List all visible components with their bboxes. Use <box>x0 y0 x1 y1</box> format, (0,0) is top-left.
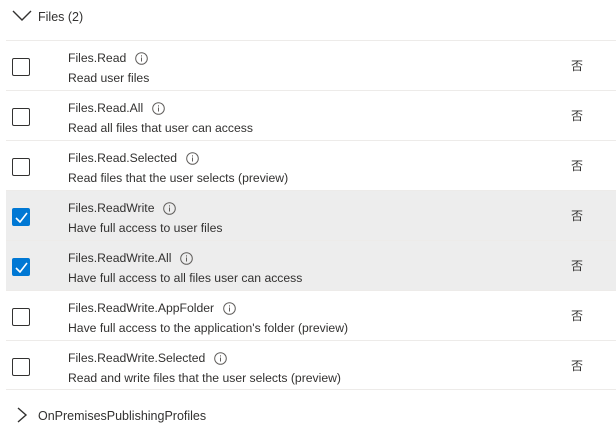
admin-consent-required: 否 <box>571 359 584 373</box>
info-icon[interactable] <box>152 101 165 115</box>
permission-row[interactable]: Files.ReadWrite Have full access to user … <box>6 190 616 240</box>
permission-row[interactable]: Files.ReadWrite.Selected Read and write f… <box>6 340 616 390</box>
files-group-header[interactable]: Files (2) <box>0 0 616 40</box>
admin-consent-required: 否 <box>571 59 584 73</box>
admin-consent-required: 否 <box>571 259 584 273</box>
permission-checkbox[interactable] <box>12 258 30 276</box>
checkmark-icon <box>15 212 28 223</box>
chevron-down-icon[interactable] <box>11 9 33 23</box>
permission-description: Read all files that user can access <box>68 121 253 135</box>
permission-checkbox[interactable] <box>12 308 30 326</box>
permission-name: Files.Read.Selected <box>68 151 178 165</box>
permission-name: Files.ReadWrite.Selected <box>68 351 206 365</box>
permission-name-line: Files.Read <box>68 50 149 66</box>
permission-name-line: Files.ReadWrite.Selected <box>68 350 228 366</box>
permission-row[interactable]: Files.ReadWrite.All Have full access to a… <box>6 240 616 290</box>
permission-description: Have full access to all files user can a… <box>68 271 303 285</box>
permission-description: Read user files <box>68 71 150 85</box>
permission-description: Have full access to the application's fo… <box>68 321 349 335</box>
permission-description: Read and write files that the user selec… <box>68 371 341 385</box>
permission-name-line: Files.ReadWrite.AppFolder <box>68 300 236 316</box>
permission-checkbox[interactable] <box>12 58 30 76</box>
admin-consent-required: 否 <box>571 209 584 223</box>
info-icon[interactable] <box>180 251 194 265</box>
permission-checkbox[interactable] <box>12 158 30 176</box>
permission-name: Files.ReadWrite.All <box>68 251 172 265</box>
info-icon[interactable] <box>186 151 199 165</box>
info-icon[interactable] <box>214 351 228 365</box>
permission-description: Read files that the user selects (previe… <box>68 171 289 185</box>
permission-name-line: Files.Read.Selected <box>68 150 199 166</box>
api-permissions-panel: Files (2) Files.Read Read user files 否 File… <box>0 0 616 436</box>
admin-consent-required: 否 <box>571 309 584 323</box>
permission-description: Have full access to user files <box>68 221 223 235</box>
info-icon[interactable] <box>135 51 149 65</box>
permission-name: Files.Read <box>68 51 127 65</box>
admin-consent-required: 否 <box>571 159 584 173</box>
permission-name: Files.Read.All <box>68 101 144 115</box>
checkmark-icon <box>15 262 28 273</box>
permission-row[interactable]: Files.ReadWrite.AppFolder Have full acces… <box>6 290 616 340</box>
onpremises-group-header[interactable]: OnPremisesPublishingProfiles <box>0 396 616 436</box>
permission-name: Files.ReadWrite <box>68 201 155 215</box>
permission-checkbox[interactable] <box>12 108 30 126</box>
permission-list: Files.Read Read user files 否 Files.Read.All… <box>6 40 616 390</box>
permission-row[interactable]: Files.Read Read user files 否 <box>6 40 616 90</box>
info-icon[interactable] <box>163 201 177 215</box>
next-group-title: OnPremisesPublishingProfiles <box>38 409 207 423</box>
info-icon[interactable] <box>223 301 236 315</box>
chevron-right-icon[interactable] <box>16 406 28 424</box>
permission-name: Files.ReadWrite.AppFolder <box>68 301 215 315</box>
permission-row[interactable]: Files.Read.Selected Read files that the u… <box>6 140 616 190</box>
permission-row[interactable]: Files.Read.All Read all files that user c… <box>6 90 616 140</box>
group-title: Files (2) <box>38 10 84 24</box>
admin-consent-required: 否 <box>571 109 584 123</box>
permission-name-line: Files.Read.All <box>68 100 165 116</box>
permission-name-line: Files.ReadWrite.All <box>68 250 194 266</box>
permission-checkbox[interactable] <box>12 208 30 226</box>
permission-name-line: Files.ReadWrite <box>68 200 177 216</box>
permission-checkbox[interactable] <box>12 358 30 376</box>
